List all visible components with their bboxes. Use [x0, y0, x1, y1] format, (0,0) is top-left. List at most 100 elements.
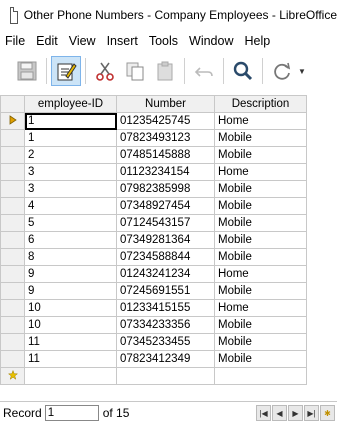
row-header[interactable]	[0, 180, 25, 198]
number-cell[interactable]: 07124543157	[116, 214, 215, 232]
save-button[interactable]	[12, 56, 42, 86]
employee-id-cell[interactable]: 11	[24, 350, 117, 368]
undo-button[interactable]	[189, 56, 219, 86]
new-description-cell[interactable]	[214, 367, 307, 385]
employee-id-cell[interactable]: 10	[24, 299, 117, 317]
number-cell[interactable]: 01233415155	[116, 299, 215, 317]
table-row[interactable]: 10 01233415155 Home	[0, 299, 307, 317]
table-row[interactable]: 2 07485145888 Mobile	[0, 146, 307, 164]
menu-insert[interactable]: Insert	[107, 34, 138, 48]
menu-file[interactable]: File	[5, 34, 25, 48]
employee-id-cell[interactable]: 9	[24, 265, 117, 283]
table-row[interactable]: 10 07334233356 Mobile	[0, 316, 307, 334]
description-cell[interactable]: Home	[214, 265, 307, 283]
table-row[interactable]: 9 07245691551 Mobile	[0, 282, 307, 300]
table-row[interactable]: 3 01123234154 Home	[0, 163, 307, 181]
row-header[interactable]	[0, 129, 25, 147]
row-header-new[interactable]	[0, 367, 25, 385]
refresh-button[interactable]	[267, 56, 297, 86]
edit-data-button[interactable]	[51, 56, 81, 86]
column-header-employee-id[interactable]: employee-ID	[24, 95, 117, 113]
paste-button[interactable]	[150, 56, 180, 86]
employee-id-cell[interactable]: 11	[24, 333, 117, 351]
previous-record-icon[interactable]: ◀	[272, 405, 287, 421]
employee-id-cell[interactable]: 1	[24, 112, 117, 130]
row-header[interactable]	[0, 248, 25, 266]
row-header[interactable]	[0, 197, 25, 215]
number-cell[interactable]: 07823412349	[116, 350, 215, 368]
row-header[interactable]	[0, 316, 25, 334]
row-header[interactable]	[0, 282, 25, 300]
row-header-current[interactable]	[0, 112, 25, 130]
column-header-description[interactable]: Description	[214, 95, 307, 113]
new-record-row[interactable]	[0, 367, 307, 385]
number-cell[interactable]: 07234588844	[116, 248, 215, 266]
description-cell[interactable]: Home	[214, 163, 307, 181]
description-cell[interactable]: Mobile	[214, 231, 307, 249]
number-cell[interactable]: 01123234154	[116, 163, 215, 181]
number-cell[interactable]: 07823493123	[116, 129, 215, 147]
employee-id-cell[interactable]: 3	[24, 163, 117, 181]
table-row[interactable]: 6 07349281364 Mobile	[0, 231, 307, 249]
row-header[interactable]	[0, 333, 25, 351]
description-cell[interactable]: Home	[214, 112, 307, 130]
menu-edit[interactable]: Edit	[36, 34, 58, 48]
number-cell[interactable]: 07245691551	[116, 282, 215, 300]
table-row[interactable]: 3 07982385998 Mobile	[0, 180, 307, 198]
new-employee-id-cell[interactable]	[24, 367, 117, 385]
description-cell[interactable]: Mobile	[214, 146, 307, 164]
corner-cell[interactable]	[0, 95, 25, 113]
menu-window[interactable]: Window	[189, 34, 233, 48]
employee-id-cell[interactable]: 9	[24, 282, 117, 300]
description-cell[interactable]: Mobile	[214, 180, 307, 198]
table-row[interactable]: 1 01235425745 Home	[0, 112, 307, 130]
employee-id-cell[interactable]: 5	[24, 214, 117, 232]
menu-view[interactable]: View	[69, 34, 96, 48]
number-cell[interactable]: 07485145888	[116, 146, 215, 164]
row-header[interactable]	[0, 350, 25, 368]
employee-id-cell[interactable]: 10	[24, 316, 117, 334]
description-cell[interactable]: Mobile	[214, 197, 307, 215]
refresh-dropdown-icon[interactable]: ▼	[298, 67, 306, 76]
number-cell[interactable]: 07982385998	[116, 180, 215, 198]
table-row[interactable]: 9 01243241234 Home	[0, 265, 307, 283]
row-header[interactable]	[0, 265, 25, 283]
employee-id-cell[interactable]: 8	[24, 248, 117, 266]
table-row[interactable]: 8 07234588844 Mobile	[0, 248, 307, 266]
row-header[interactable]	[0, 299, 25, 317]
table-row[interactable]: 11 07823412349 Mobile	[0, 350, 307, 368]
number-cell[interactable]: 01235425745	[116, 112, 215, 130]
row-header[interactable]	[0, 231, 25, 249]
new-number-cell[interactable]	[116, 367, 215, 385]
employee-id-cell[interactable]: 3	[24, 180, 117, 198]
table-row[interactable]: 5 07124543157 Mobile	[0, 214, 307, 232]
menu-tools[interactable]: Tools	[149, 34, 178, 48]
next-record-icon[interactable]: ▶	[288, 405, 303, 421]
employee-id-cell[interactable]: 1	[24, 129, 117, 147]
row-header[interactable]	[0, 163, 25, 181]
employee-id-cell[interactable]: 6	[24, 231, 117, 249]
description-cell[interactable]: Mobile	[214, 282, 307, 300]
cut-button[interactable]	[90, 56, 120, 86]
new-record-icon[interactable]: ✱	[320, 405, 335, 421]
table-row[interactable]: 11 07345233455 Mobile	[0, 333, 307, 351]
first-record-icon[interactable]: |◀	[256, 405, 271, 421]
last-record-icon[interactable]: ▶|	[304, 405, 319, 421]
number-cell[interactable]: 07348927454	[116, 197, 215, 215]
number-cell[interactable]: 07349281364	[116, 231, 215, 249]
description-cell[interactable]: Mobile	[214, 316, 307, 334]
description-cell[interactable]: Mobile	[214, 333, 307, 351]
number-cell[interactable]: 07345233455	[116, 333, 215, 351]
row-header[interactable]	[0, 146, 25, 164]
employee-id-cell[interactable]: 2	[24, 146, 117, 164]
description-cell[interactable]: Home	[214, 299, 307, 317]
column-header-number[interactable]: Number	[116, 95, 215, 113]
description-cell[interactable]: Mobile	[214, 350, 307, 368]
row-header[interactable]	[0, 214, 25, 232]
description-cell[interactable]: Mobile	[214, 248, 307, 266]
number-cell[interactable]: 07334233356	[116, 316, 215, 334]
find-button[interactable]	[228, 56, 258, 86]
number-cell[interactable]: 01243241234	[116, 265, 215, 283]
record-number-input[interactable]: 1	[44, 405, 99, 421]
description-cell[interactable]: Mobile	[214, 214, 307, 232]
